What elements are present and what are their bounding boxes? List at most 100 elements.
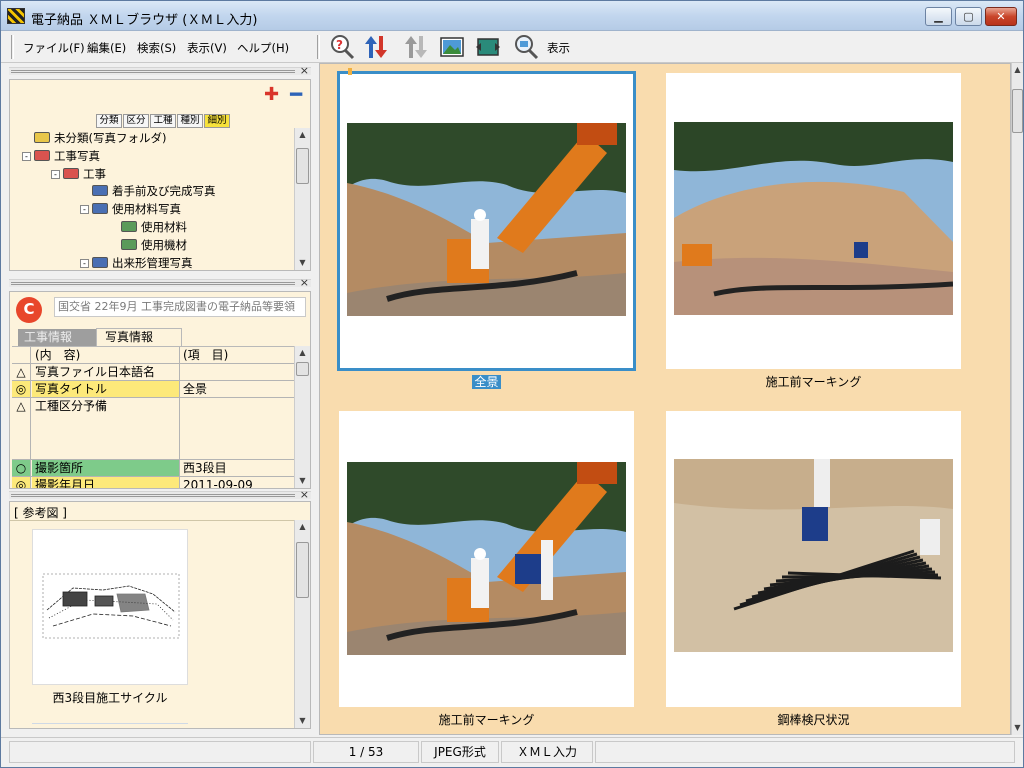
scroll-up-icon[interactable]: ▲	[295, 520, 310, 534]
svg-text:?: ?	[336, 38, 343, 52]
menu-view[interactable]: 表示(V)	[187, 40, 227, 56]
tree-item[interactable]: -未分類(写真フォルダ)	[22, 130, 166, 146]
tree-tab-bunrui[interactable]: 分類	[96, 114, 122, 128]
screen-icon[interactable]	[475, 34, 501, 60]
info-field-value[interactable]: 2011-09-09	[181, 477, 294, 488]
info-row[interactable]: ○ 撮影箇所 西3段目	[12, 460, 294, 477]
menu-help[interactable]: ヘルプ(H)	[237, 40, 289, 56]
photo-card[interactable]	[666, 73, 961, 369]
minimize-button[interactable]: ▁	[925, 7, 952, 26]
reference-panel-splitter[interactable]: ×	[9, 488, 311, 501]
menu-file[interactable]: ファイル(F)	[23, 40, 85, 56]
tree-item[interactable]: - 出来形管理写真	[80, 255, 193, 271]
photo-card[interactable]	[337, 71, 636, 371]
scroll-up-icon[interactable]: ▲	[295, 346, 310, 360]
tree-item-label: 出来形管理写真	[112, 255, 193, 270]
info-row[interactable]: △ 写真ファイル日本語名	[12, 364, 294, 381]
tree-panel-splitter[interactable]: ×	[9, 64, 311, 77]
display-label[interactable]: 表示	[547, 40, 570, 56]
photo-card[interactable]	[339, 411, 634, 707]
image-view-icon[interactable]	[439, 34, 465, 60]
photo-caption[interactable]: 鋼棒検尺状況	[666, 711, 961, 728]
photo-grid-scrollbar[interactable]: ▲ ▼	[1011, 63, 1023, 735]
tree-scrollbar[interactable]: ▲ ▼	[294, 128, 310, 270]
close-icon[interactable]: ×	[300, 488, 309, 501]
menu-edit[interactable]: 編集(E)	[87, 40, 126, 56]
tree-item[interactable]: - 工事	[51, 166, 106, 182]
photo-thumbnail[interactable]	[674, 459, 953, 652]
toolbar-grip[interactable]	[317, 35, 320, 59]
close-icon[interactable]: ×	[300, 64, 309, 77]
photo-thumbnail[interactable]	[347, 462, 626, 655]
requirement-symbol: △	[12, 364, 31, 380]
scroll-up-icon[interactable]: ▲	[295, 128, 310, 142]
info-row[interactable]: ◎ 撮影年月日 2011-09-09	[12, 477, 294, 488]
photo-caption[interactable]: 全景	[339, 373, 634, 390]
toolbar-grip[interactable]	[11, 35, 14, 59]
status-mode: ＸＭＬ入力	[501, 741, 593, 763]
photo-grid: 全景 施工前マーキング 施工前マーキング 鋼棒検尺状況	[319, 63, 1011, 735]
tree-item[interactable]: -着手前及び完成写真	[80, 183, 216, 199]
tree-item-label: 使用材料写真	[112, 202, 181, 217]
help-search-icon[interactable]: ?	[329, 34, 355, 60]
info-field-value[interactable]: 全景	[181, 381, 294, 397]
menu-search[interactable]: 検索(S)	[137, 40, 176, 56]
reference-scrollbar[interactable]: ▲ ▼	[294, 520, 310, 728]
sort-updown-icon[interactable]	[363, 34, 389, 60]
info-field-value[interactable]	[181, 364, 294, 380]
status-bar: 1 / 53 JPEG形式 ＸＭＬ入力	[1, 737, 1023, 767]
zoom-view-icon[interactable]	[513, 34, 539, 60]
scroll-down-icon[interactable]: ▼	[295, 256, 310, 270]
scroll-down-icon[interactable]: ▼	[295, 714, 310, 728]
info-row[interactable]: △ 工種区分予備	[12, 398, 294, 460]
scroll-thumb[interactable]	[296, 542, 309, 598]
tab-photo-info[interactable]: 写真情報	[96, 328, 182, 346]
maximize-button[interactable]: ▢	[955, 7, 982, 26]
reference-drawing-panel: [ 参考図 ] 西3段目施工サイクル ▲ ▼	[9, 501, 311, 729]
page-marker	[348, 68, 352, 75]
reference-drawing-thumbnail[interactable]	[32, 529, 188, 685]
photo-caption[interactable]: 施工前マーキング	[666, 373, 961, 390]
info-scrollbar[interactable]: ▲ ▼	[294, 346, 310, 488]
tree-toggle-icon[interactable]: -	[22, 151, 31, 161]
tree-toggle-icon[interactable]: -	[80, 258, 89, 268]
folder-icon	[121, 238, 137, 250]
tree-item[interactable]: -使用材料	[109, 219, 187, 235]
info-row[interactable]: ◎ 写真タイトル 全景	[12, 381, 294, 398]
photo-caption[interactable]: 施工前マーキング	[339, 711, 634, 728]
tree-toggle-icon[interactable]: -	[51, 169, 60, 179]
standard-field[interactable]: 国交省 22年9月 工事完成図書の電子納品等要領	[54, 297, 306, 317]
info-field-value[interactable]: 西3段目	[181, 460, 294, 476]
close-icon[interactable]: ×	[300, 276, 309, 289]
scroll-thumb[interactable]	[296, 148, 309, 184]
sort-disabled-icon[interactable]	[403, 34, 429, 60]
photo-thumbnail[interactable]	[674, 122, 953, 315]
requirement-symbol: △	[12, 398, 31, 459]
info-field-value[interactable]	[181, 398, 294, 459]
title-bar: 電子納品 ＸＭＬブラウザ (ＸＭＬ入力) ▁ ▢ ✕	[1, 1, 1023, 31]
tree-item[interactable]: - 工事写真	[22, 148, 100, 164]
window-title: 電子納品 ＸＭＬブラウザ (ＸＭＬ入力)	[31, 13, 258, 28]
tree-tab-shubetsu[interactable]: 種別	[177, 114, 203, 128]
info-field-name: 写真ファイル日本語名	[32, 364, 180, 380]
info-panel-splitter[interactable]: ×	[9, 276, 311, 289]
tree-tab-saibetsu[interactable]: 細別	[204, 114, 230, 128]
tree-tab-kubun[interactable]: 区分	[123, 114, 149, 128]
photo-card[interactable]	[666, 411, 961, 707]
tree-toggle-icon[interactable]: -	[80, 205, 89, 215]
folder-icon	[121, 221, 137, 232]
close-button[interactable]: ✕	[985, 7, 1017, 26]
scroll-thumb[interactable]	[1012, 89, 1023, 133]
scroll-up-icon[interactable]: ▲	[1012, 63, 1023, 77]
photo-thumbnail[interactable]	[347, 123, 626, 316]
expand-plus-icon[interactable]: ✚	[264, 84, 279, 105]
tree-item[interactable]: - 使用材料写真	[80, 201, 181, 217]
scroll-down-icon[interactable]: ▼	[1012, 721, 1023, 735]
tree-item[interactable]: -使用機材	[109, 237, 187, 253]
app-window: 電子納品 ＸＭＬブラウザ (ＸＭＬ入力) ▁ ▢ ✕ ファイル(F) 編集(E)…	[0, 0, 1024, 768]
scroll-thumb[interactable]	[296, 362, 309, 376]
tab-construction-info[interactable]: 工事情報	[18, 329, 104, 346]
tree-tab-koshu[interactable]: 工種	[150, 114, 176, 128]
scroll-down-icon[interactable]: ▼	[295, 474, 310, 488]
collapse-minus-icon[interactable]: ━	[290, 82, 302, 106]
